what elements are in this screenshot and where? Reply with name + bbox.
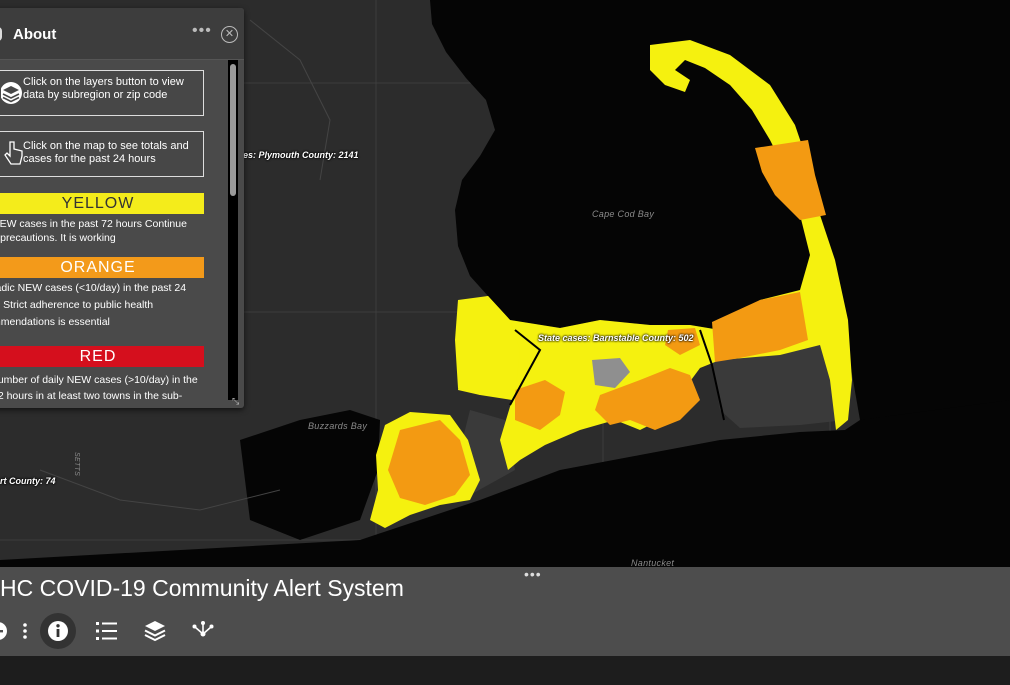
drag-handle-icon[interactable]: ••• [524,566,542,582]
bottom-toolbar: ••• HC COVID-19 Community Alert System [0,566,1010,656]
level-red-line-1: number of daily NEW cases (>10/day) in t… [0,374,198,386]
level-orange-line-3: mmendations is essential [0,316,110,328]
label-buzzards-bay: Buzzards Bay [308,421,368,431]
about-panel-body[interactable]: Click on the layers button to view data … [0,60,228,408]
cursor-click-icon [4,141,23,165]
more-horizontal-icon[interactable]: ••• [192,22,212,40]
label-county-count-west: rt County: 74 [0,476,56,486]
label-state-fragment: SETTS [73,452,80,477]
info-icon[interactable] [40,613,76,649]
share-icon[interactable] [190,615,216,647]
label-plymouth-county-count: es: Plymouth County: 2141 [243,150,359,160]
level-orange-line-2: s. Strict adherence to public health [0,299,154,311]
app-title: HC COVID-19 Community Alert System [0,575,404,601]
legend-list-icon[interactable] [94,615,120,647]
level-yellow-line-2: y precautions. It is working [0,232,116,244]
level-red-bar: RED [0,346,204,367]
about-scrollbar-thumb[interactable] [230,64,236,196]
about-panel: About ••• ✕ Click on the layers button t… [0,8,244,408]
tip-map-click-text: Click on the map to see totals and cases… [23,140,189,165]
tip-layers: Click on the layers button to view data … [0,70,204,116]
map-bottom-strip [0,656,1010,685]
tip-map-click: Click on the map to see totals and cases… [0,131,204,177]
more-vertical-icon[interactable] [20,615,30,647]
level-red-line-2: 72 hours in at least two towns in the su… [0,390,183,402]
tip-layers-text: Click on the layers button to view data … [23,76,184,101]
close-icon[interactable]: ✕ [221,26,238,43]
layers-icon[interactable] [142,615,168,647]
level-orange-line-1: radic NEW cases (<10/day) in the past 24 [0,282,187,294]
level-orange-bar: ORANGE [0,257,204,278]
zoom-out-icon[interactable] [0,615,10,647]
level-yellow-bar: YELLOW [0,193,204,214]
resize-handle-icon[interactable]: ⤡ [232,396,239,407]
about-title: About [13,26,57,43]
about-panel-header: About ••• ✕ [0,8,244,60]
about-header-icon [0,27,2,41]
label-cape-cod-bay: Cape Cod Bay [592,209,655,219]
layers-icon [1,82,22,104]
label-barnstable-county-count: State cases: Barnstable County: 502 [538,333,694,343]
